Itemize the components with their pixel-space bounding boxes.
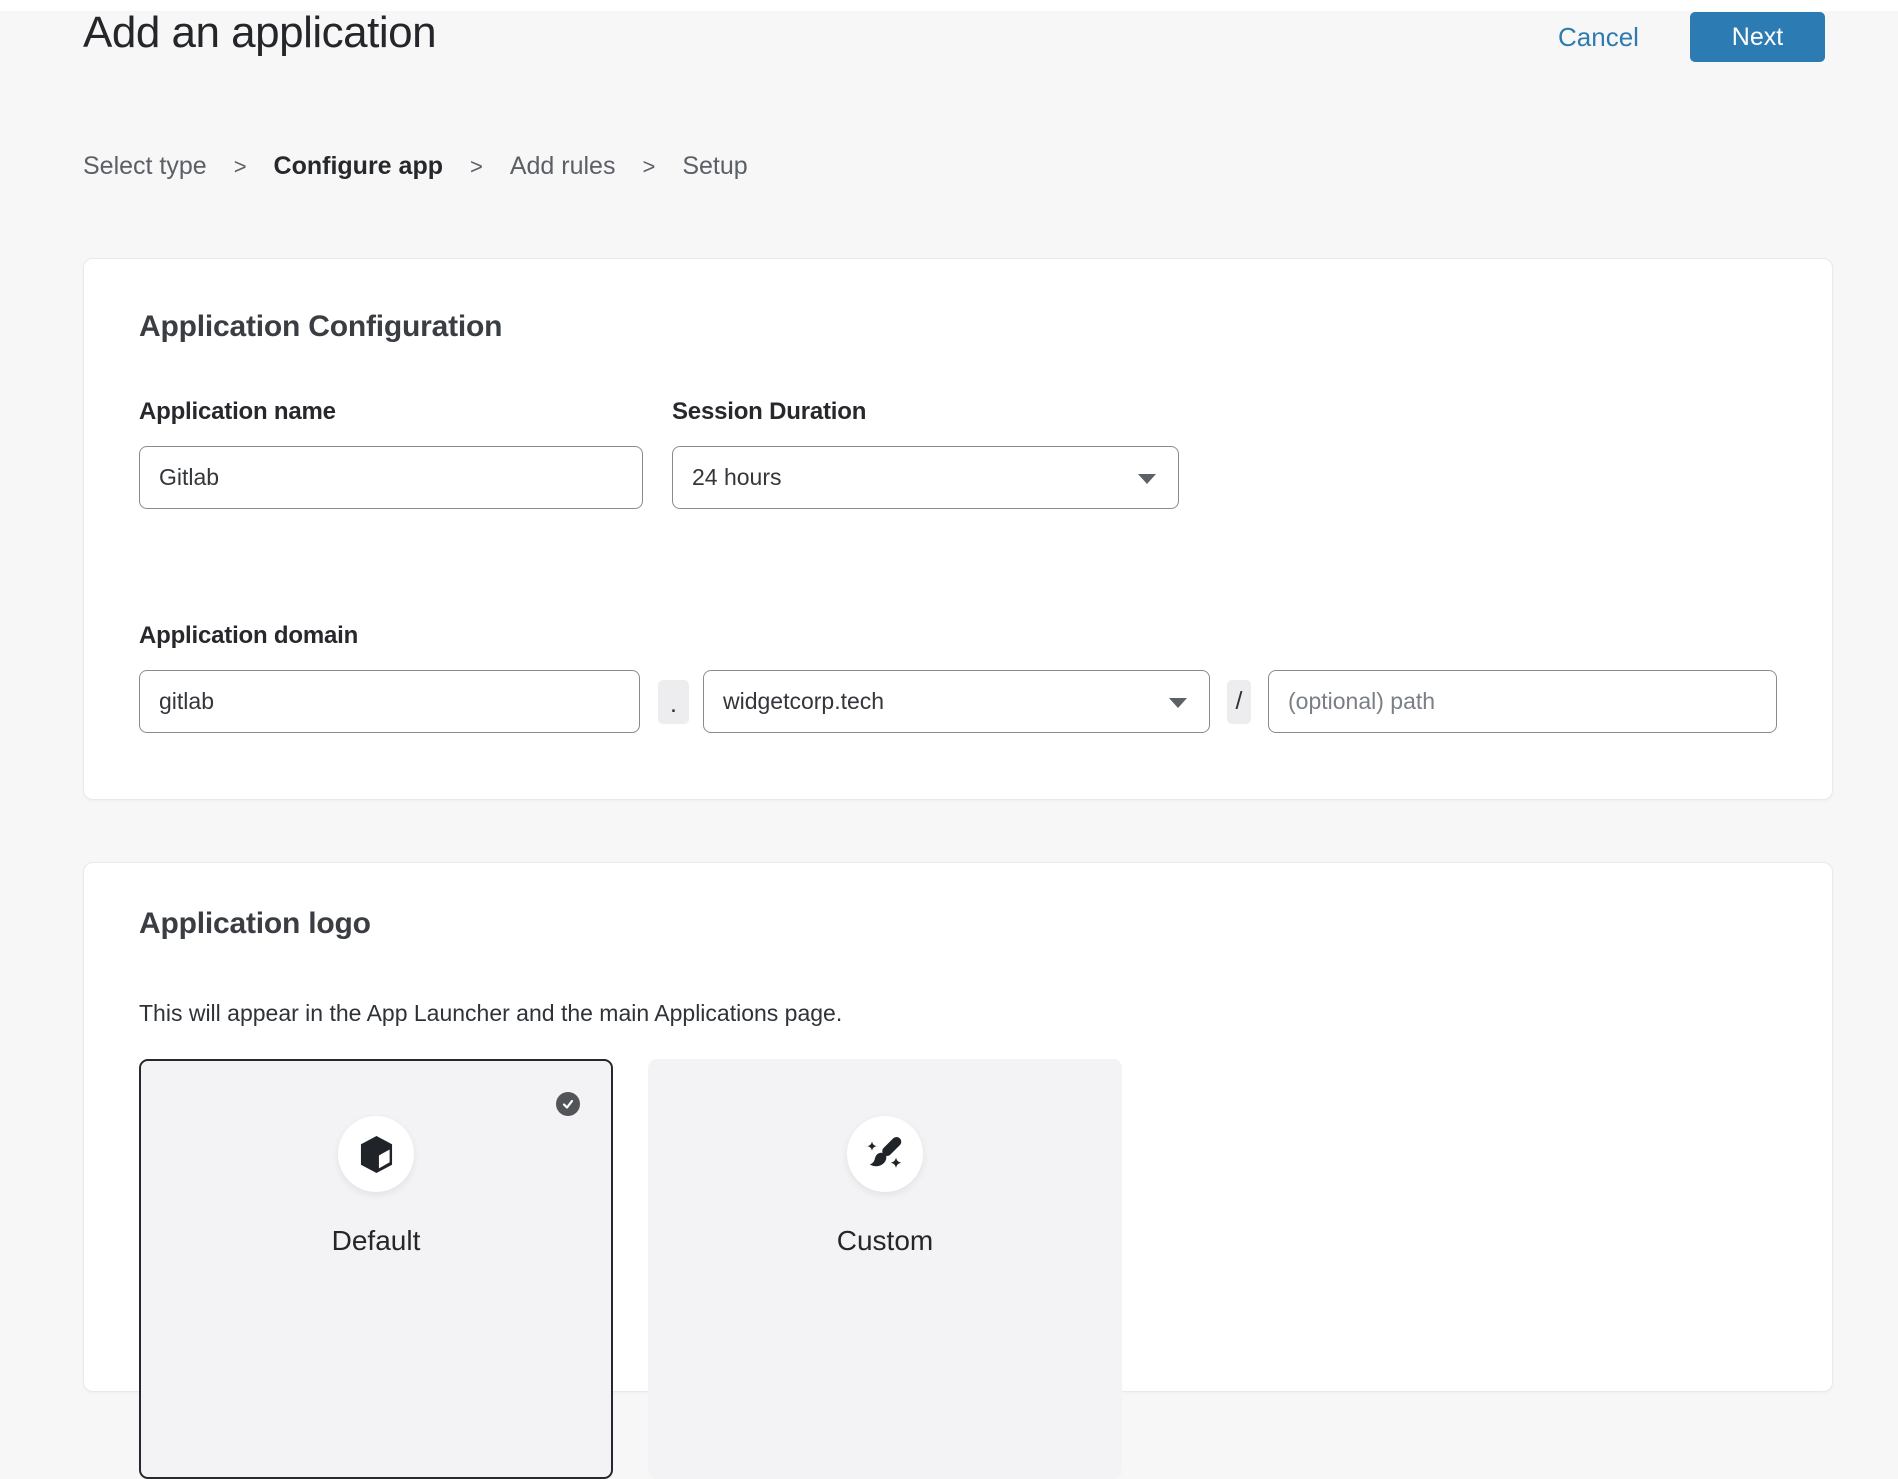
- default-logo-circle: [338, 1116, 414, 1192]
- application-logo-description: This will appear in the App Launcher and…: [139, 998, 1777, 1028]
- chevron-down-icon: [1169, 698, 1187, 708]
- page-title: Add an application: [83, 8, 436, 58]
- breadcrumb-separator: >: [470, 154, 483, 180]
- next-button[interactable]: Next: [1690, 12, 1825, 62]
- breadcrumb: Select type > Configure app > Add rules …: [83, 152, 748, 181]
- path-input[interactable]: [1268, 670, 1777, 733]
- breadcrumb-step-setup[interactable]: Setup: [682, 152, 747, 181]
- logo-option-custom[interactable]: Custom: [648, 1059, 1122, 1479]
- application-name-input[interactable]: [139, 446, 643, 509]
- application-logo-heading: Application logo: [139, 906, 1777, 942]
- breadcrumb-separator: >: [642, 154, 655, 180]
- cube-icon: [359, 1135, 394, 1174]
- logo-options-row: Default Custom: [139, 1059, 1777, 1479]
- selected-check-badge: [556, 1092, 580, 1116]
- logo-option-label: Default: [141, 1225, 611, 1257]
- breadcrumb-step-add-rules[interactable]: Add rules: [510, 152, 616, 181]
- session-duration-value: 24 hours: [692, 464, 782, 491]
- application-domain-row: . widgetcorp.tech /: [139, 670, 1777, 733]
- breadcrumb-step-configure-app[interactable]: Configure app: [274, 152, 443, 181]
- session-duration-field: Session Duration 24 hours: [672, 397, 1179, 509]
- session-duration-select[interactable]: 24 hours: [672, 446, 1179, 509]
- chevron-down-icon: [1138, 474, 1156, 484]
- domain-value: widgetcorp.tech: [723, 688, 884, 715]
- check-icon: [561, 1097, 575, 1111]
- name-session-row: Application name Session Duration 24 hou…: [139, 397, 1777, 509]
- application-name-field: Application name: [139, 397, 643, 509]
- application-logo-card: Application logo This will appear in the…: [83, 862, 1833, 1392]
- session-duration-label: Session Duration: [672, 397, 1179, 427]
- application-domain-label: Application domain: [139, 621, 1777, 651]
- application-configuration-heading: Application Configuration: [139, 309, 1777, 345]
- custom-logo-circle: [847, 1116, 923, 1192]
- dot-separator: .: [658, 680, 689, 724]
- domain-select[interactable]: widgetcorp.tech: [703, 670, 1210, 733]
- logo-option-default[interactable]: Default: [139, 1059, 613, 1479]
- logo-option-label: Custom: [648, 1225, 1122, 1257]
- breadcrumb-separator: >: [234, 154, 247, 180]
- application-name-label: Application name: [139, 397, 643, 427]
- application-configuration-card: Application Configuration Application na…: [83, 258, 1833, 800]
- subdomain-input[interactable]: [139, 670, 640, 733]
- paintbrush-icon: [863, 1132, 907, 1176]
- breadcrumb-step-select-type[interactable]: Select type: [83, 152, 207, 181]
- cancel-button[interactable]: Cancel: [1558, 22, 1639, 53]
- slash-separator: /: [1227, 680, 1251, 724]
